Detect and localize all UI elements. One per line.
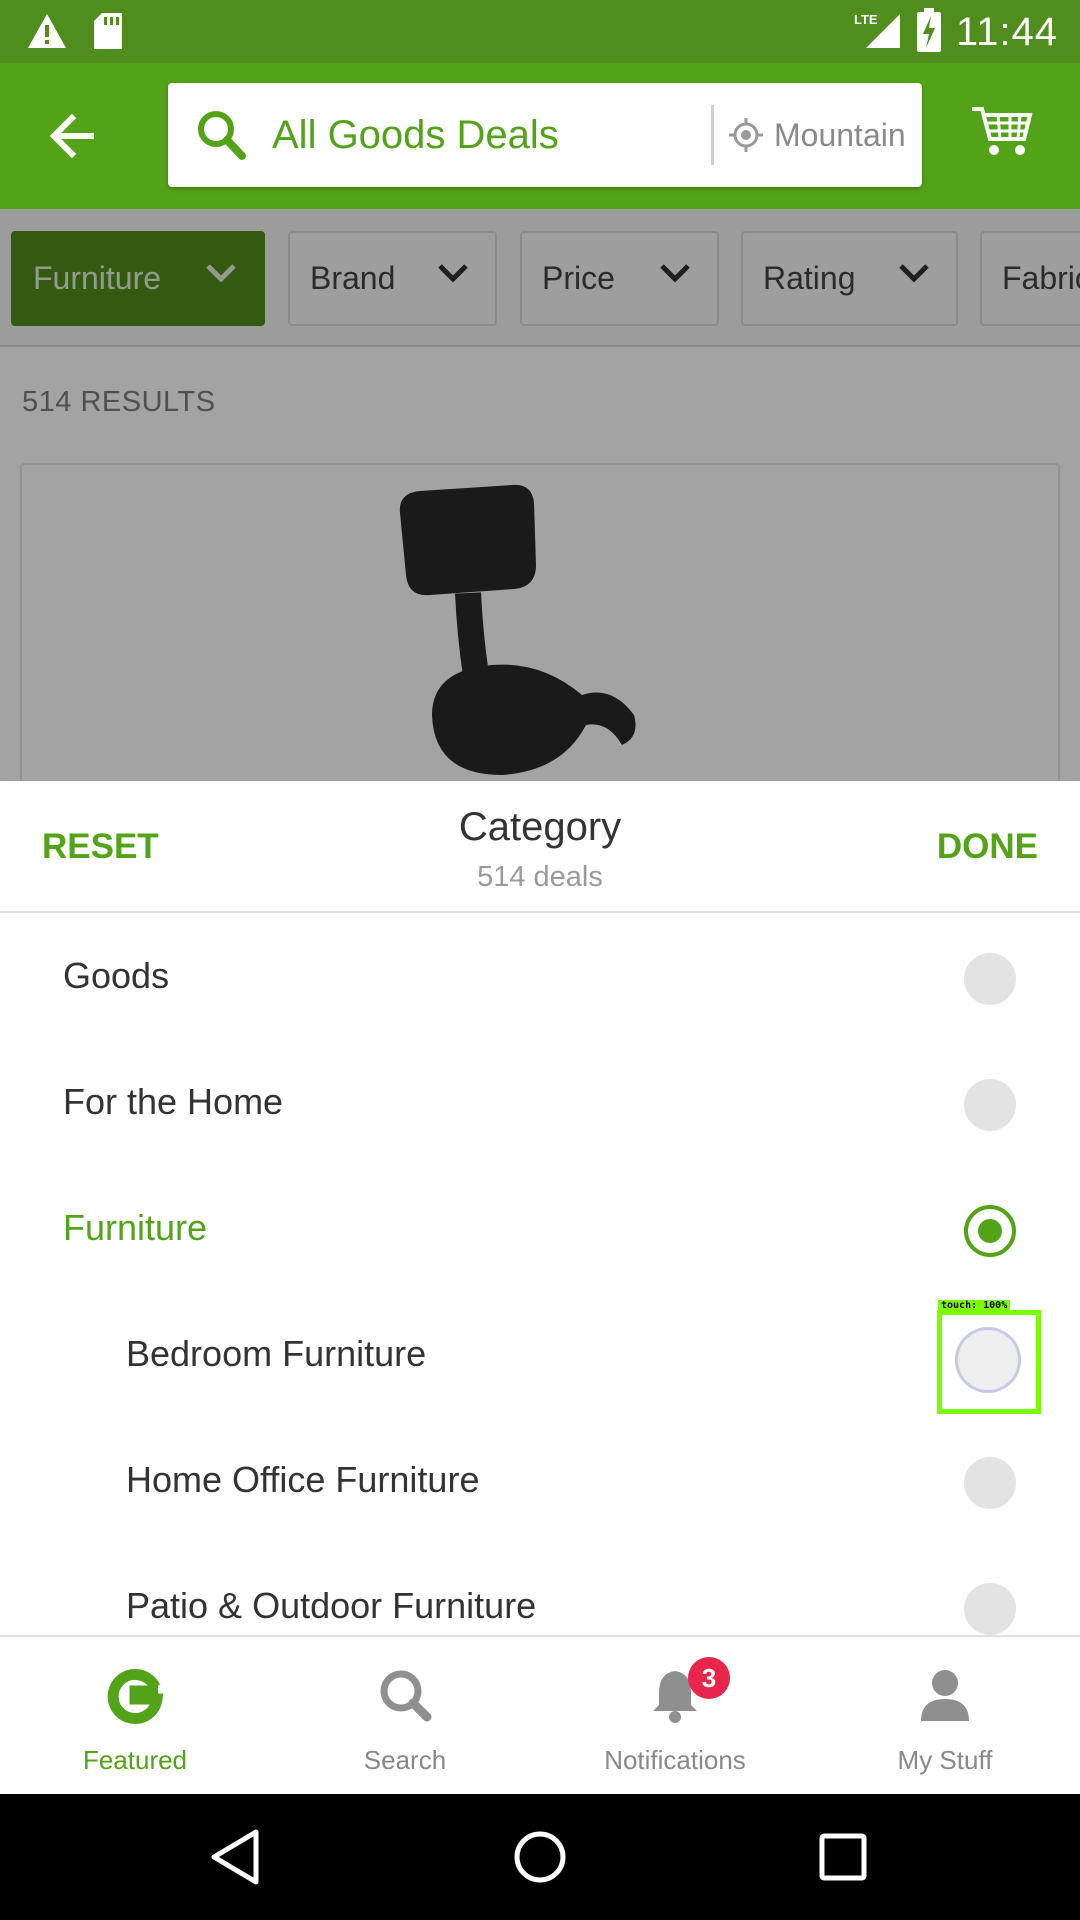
category-item-goods[interactable]: Goods	[0, 913, 1080, 1039]
category-label: Furniture	[63, 1207, 208, 1248]
nav-notifications[interactable]: 3 Notifications	[540, 1637, 810, 1796]
sd-card-icon	[92, 12, 124, 55]
category-label: Home Office Furniture	[126, 1459, 480, 1500]
location-field[interactable]: Mountain View	[774, 83, 914, 187]
category-list: Goods For the Home Furniture Bedroom Fur…	[0, 913, 1080, 1635]
touch-label: touch: 100%	[938, 1300, 1011, 1311]
search-icon	[380, 1670, 432, 1722]
status-bar: LTE 11:44	[0, 0, 1080, 63]
nav-label: Featured	[82, 1745, 188, 1775]
app-bar: All Goods Deals Mountain View	[0, 63, 1080, 209]
radio-button[interactable]	[964, 1457, 1016, 1509]
radio-button[interactable]	[964, 953, 1016, 1005]
groupon-g-icon	[107, 1669, 164, 1724]
radio-button[interactable]	[964, 1583, 1016, 1635]
dim-overlay[interactable]	[0, 209, 1080, 781]
bottom-nav: Featured Search 3 Notifications My Stuff	[0, 1635, 1080, 1794]
svg-text:LTE: LTE	[854, 12, 878, 27]
nav-search[interactable]: Search	[270, 1637, 540, 1796]
category-label: For the Home	[63, 1081, 284, 1122]
nav-label: My Stuff	[897, 1745, 993, 1775]
category-label: Bedroom Furniture	[126, 1333, 427, 1374]
sheet-subtitle: 514 deals	[477, 861, 603, 893]
nav-label: Search	[363, 1745, 447, 1775]
signal-icon: LTE	[852, 10, 902, 55]
category-item-patio-outdoor-furniture[interactable]: Patio & Outdoor Furniture	[0, 1543, 1080, 1635]
clock: 11:44	[955, 10, 1058, 54]
category-label: Goods	[63, 955, 170, 996]
location-icon	[728, 117, 764, 158]
notification-badge: 3	[688, 1657, 730, 1699]
person-icon	[921, 1670, 969, 1721]
back-button[interactable]	[40, 103, 106, 169]
warning-icon	[26, 12, 68, 55]
battery-charging-icon	[916, 8, 942, 57]
touch-indicator	[937, 1310, 1041, 1414]
nav-featured[interactable]: Featured	[0, 1637, 270, 1796]
recents-square-icon[interactable]	[810, 1824, 876, 1890]
category-item-for-the-home[interactable]: For the Home	[0, 1039, 1080, 1165]
cart-icon	[972, 107, 1033, 155]
nav-my-stuff[interactable]: My Stuff	[810, 1637, 1080, 1796]
system-nav-bar	[0, 1794, 1080, 1920]
category-sheet-header: RESET Category 514 deals DONE	[0, 781, 1080, 913]
radio-button-checked[interactable]	[964, 1205, 1016, 1257]
search-box[interactable]: All Goods Deals Mountain View	[168, 83, 922, 187]
cart-button[interactable]	[970, 103, 1042, 169]
search-query[interactable]: All Goods Deals	[272, 83, 559, 187]
category-label: Patio & Outdoor Furniture	[126, 1585, 537, 1626]
category-item-bedroom-furniture[interactable]: Bedroom Furniture	[0, 1291, 1080, 1417]
category-item-home-office-furniture[interactable]: Home Office Furniture	[0, 1417, 1080, 1543]
search-divider	[711, 105, 714, 165]
home-circle-icon[interactable]	[507, 1824, 573, 1890]
back-arrow-icon	[49, 114, 94, 158]
search-icon	[196, 109, 246, 166]
category-item-furniture[interactable]: Furniture	[0, 1165, 1080, 1291]
sheet-title: Category	[458, 805, 622, 849]
radio-button[interactable]	[964, 1079, 1016, 1131]
back-triangle-icon[interactable]	[204, 1824, 270, 1890]
nav-label: Notifications	[604, 1745, 746, 1775]
done-button[interactable]: DONE	[937, 827, 1038, 867]
